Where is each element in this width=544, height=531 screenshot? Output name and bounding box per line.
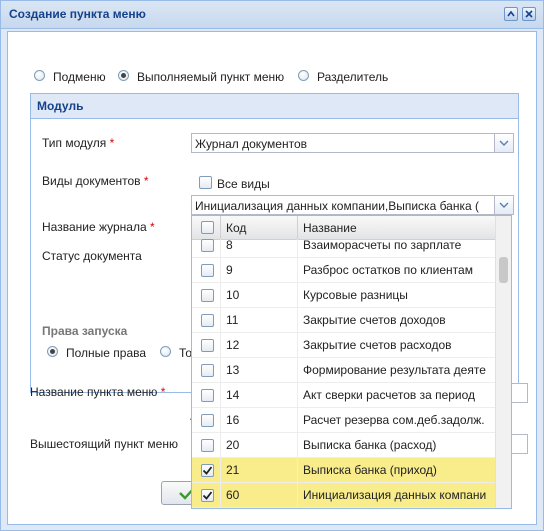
all-types-checkbox[interactable]	[199, 176, 212, 189]
window-title: Создание пункта меню	[9, 7, 146, 21]
menu-item-name-label: Название пункта меню *	[30, 385, 166, 399]
table-row[interactable]: 10 Курсовые разницы	[192, 283, 495, 308]
chevron-up-icon	[507, 10, 515, 17]
row-checkbox[interactable]	[201, 264, 214, 277]
row-name: Расчет резерва сом.деб.задолж.	[303, 413, 485, 427]
row-code: 21	[226, 463, 240, 477]
all-types-label: Все виды	[217, 177, 270, 191]
radio-submenu[interactable]	[34, 70, 45, 81]
row-name: Закрытие счетов доходов	[303, 313, 446, 327]
checkmark-icon	[202, 466, 213, 475]
row-code: 20	[226, 438, 240, 452]
row-checkbox[interactable]	[201, 439, 214, 452]
module-legend: Модуль	[31, 94, 518, 119]
radio-separator[interactable]	[298, 70, 309, 81]
row-name: Разброс остатков по клиентам	[303, 263, 473, 277]
chevron-down-icon	[499, 140, 509, 146]
table-row[interactable]: 20 Выписка банка (расход)	[192, 433, 495, 458]
doc-types-value: Инициализация данных компании,Выписка ба…	[195, 199, 479, 213]
row-checkbox[interactable]	[201, 239, 214, 252]
launch-rights-label: Права запуска	[42, 324, 128, 338]
full-rights-label: Полные права	[66, 346, 147, 360]
table-row[interactable]: 60 Инициализация данных компани	[192, 483, 495, 508]
checkmark-icon	[202, 491, 213, 500]
module-type-combo[interactable]: Журнал документов	[191, 133, 514, 153]
doc-types-combo[interactable]: Инициализация данных компании,Выписка ба…	[191, 195, 514, 215]
module-legend-text: Модуль	[37, 99, 84, 113]
table-row[interactable]: 16 Расчет резерва сом.деб.задолж.	[192, 408, 495, 433]
row-name: Акт сверки расчетов за период	[303, 388, 476, 402]
table-row[interactable]: 21 Выписка банка (приход)	[192, 458, 495, 483]
close-icon	[525, 10, 533, 18]
table-row[interactable]: 8 Взаиморасчеты по зарплате	[192, 233, 495, 258]
radio-executable-item[interactable]	[118, 70, 129, 81]
radio-submenu-label: Подменю	[53, 70, 106, 84]
doc-types-dropdown-grid: Код Название 8 Взаиморасчеты по зарплате 9…	[191, 215, 512, 509]
row-checkbox[interactable]	[201, 489, 214, 502]
row-code: 60	[226, 488, 240, 502]
close-button[interactable]	[522, 7, 536, 21]
journal-name-label: Название журнала *	[42, 220, 155, 234]
radio-executable-label: Выполняемый пункт меню	[137, 70, 285, 84]
row-checkbox[interactable]	[201, 464, 214, 477]
table-row[interactable]: 13 Формирование результата деяте	[192, 358, 495, 383]
table-row[interactable]: 12 Закрытие счетов расходов	[192, 333, 495, 358]
table-row[interactable]: 9 Разброс остатков по клиентам	[192, 258, 495, 283]
row-name: Инициализация данных компани	[303, 488, 487, 502]
scrollbar-thumb[interactable]	[499, 257, 508, 283]
row-code: 13	[226, 363, 240, 377]
row-checkbox[interactable]	[201, 339, 214, 352]
title-bar[interactable]: Создание пункта меню	[1, 1, 543, 29]
radio-other-rights[interactable]	[160, 346, 171, 357]
radio-separator-label: Разделитель	[317, 70, 389, 84]
doc-types-trigger[interactable]	[494, 196, 513, 214]
module-type-label: Тип модуля *	[42, 136, 115, 150]
module-type-value: Журнал документов	[195, 137, 308, 151]
row-code: 8	[226, 238, 233, 252]
row-name: Формирование результата деяте	[303, 363, 486, 377]
row-checkbox[interactable]	[201, 389, 214, 402]
row-name: Курсовые разницы	[303, 288, 408, 302]
row-name: Выписка банка (расход)	[303, 438, 437, 452]
module-type-trigger[interactable]	[494, 134, 513, 152]
row-name: Закрытие счетов расходов	[303, 338, 452, 352]
row-name: Взаиморасчеты по зарплате	[303, 238, 462, 252]
doc-types-label: Виды документов *	[42, 174, 149, 188]
table-row[interactable]: 14 Акт сверки расчетов за период	[192, 383, 495, 408]
row-code: 12	[226, 338, 240, 352]
row-code: 16	[226, 413, 240, 427]
table-row[interactable]: 11 Закрытие счетов доходов	[192, 308, 495, 333]
row-checkbox[interactable]	[201, 314, 214, 327]
parent-item-label: Вышестоящий пункт меню	[30, 437, 178, 451]
row-code: 10	[226, 288, 240, 302]
collapse-button[interactable]	[504, 7, 518, 21]
grid-scrollbar[interactable]	[495, 216, 511, 508]
chevron-down-icon	[499, 202, 509, 208]
row-checkbox[interactable]	[201, 364, 214, 377]
row-name: Выписка банка (приход)	[303, 463, 437, 477]
doc-status-label: Статус документа	[42, 249, 142, 263]
row-checkbox[interactable]	[201, 414, 214, 427]
row-code: 14	[226, 388, 240, 402]
row-code: 11	[226, 313, 239, 327]
row-checkbox[interactable]	[201, 289, 214, 302]
row-code: 9	[226, 263, 233, 277]
radio-full-rights[interactable]	[47, 346, 58, 357]
